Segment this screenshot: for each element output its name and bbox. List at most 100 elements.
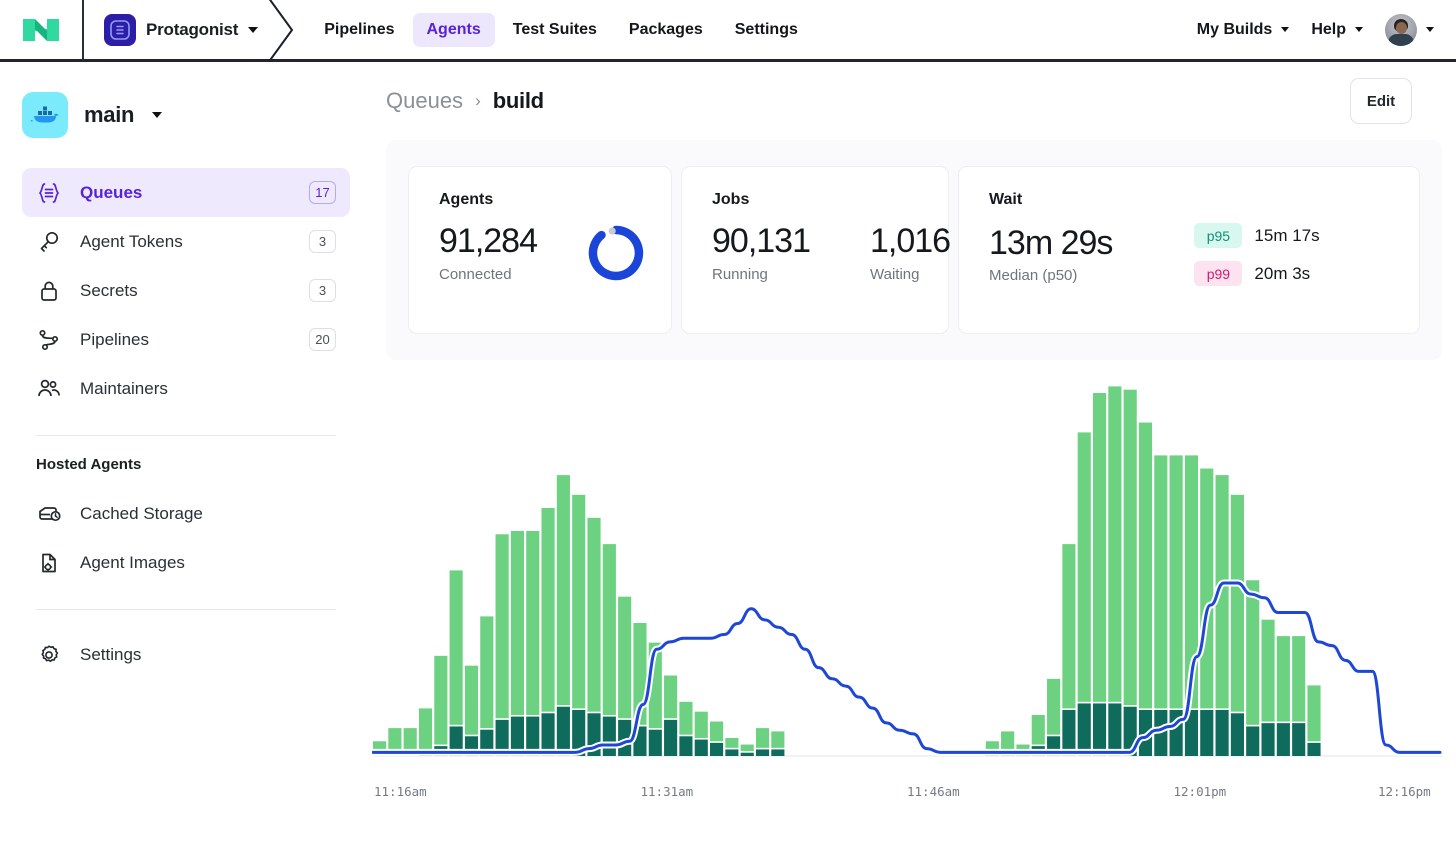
wait-median-label: Median (p50) xyxy=(989,267,1078,285)
nav-tab-packages[interactable]: Packages xyxy=(615,13,717,47)
chevron-down-icon xyxy=(1355,27,1363,32)
status-badge: 17 xyxy=(309,181,336,204)
main-nav-tabs: Pipelines Agents Test Suites Packages Se… xyxy=(310,12,812,47)
chart-x-axis: 11:16am 11:31am 11:46am 12:01pm 12:16pm xyxy=(372,778,1456,802)
cached-storage-icon xyxy=(36,501,62,527)
sidebar-item-label: Agent Images xyxy=(80,552,185,572)
sidebar-item-settings[interactable]: Settings xyxy=(22,630,350,679)
chevron-down-icon xyxy=(1426,27,1434,32)
sidebar-divider-2 xyxy=(36,609,336,610)
my-builds-menu[interactable]: My Builds xyxy=(1197,21,1290,39)
jobs-waiting-label: Waiting xyxy=(870,265,920,283)
nav-tab-test-suites[interactable]: Test Suites xyxy=(499,13,611,47)
jobs-running-label: Running xyxy=(712,265,768,283)
x-axis-tick-label: 11:46am xyxy=(907,784,960,799)
gear-icon xyxy=(36,642,62,668)
queues-icon xyxy=(36,180,62,206)
agents-connected-label: Connected xyxy=(439,265,512,283)
x-axis-tick-label: 11:31am xyxy=(640,784,694,799)
help-menu[interactable]: Help xyxy=(1311,21,1363,39)
sidebar-nav-list: Queues 17 Agent Tokens 3 Secrets 3 Pipel… xyxy=(22,168,350,679)
sidebar-item-label: Queues xyxy=(80,182,143,202)
agent-images-icon xyxy=(36,550,62,576)
jobs-waiting-metric: 1,016 Waiting xyxy=(870,222,951,283)
loading-spinner-icon xyxy=(587,224,645,282)
nav-tab-settings[interactable]: Settings xyxy=(721,13,812,47)
top-navigation-bar: Protagonist Pipelines Agents Test Suites… xyxy=(0,0,1456,62)
sidebar-item-label: Agent Tokens xyxy=(80,231,183,251)
app-logo[interactable] xyxy=(0,0,82,61)
status-badge: 20 xyxy=(309,328,336,351)
org-name: Protagonist xyxy=(146,19,239,39)
key-icon xyxy=(36,229,62,255)
lock-icon xyxy=(36,278,62,304)
org-logo-icon xyxy=(104,13,136,46)
wait-p99-row: p99 20m 3s xyxy=(1194,261,1319,286)
chevron-down-icon xyxy=(152,112,163,118)
agents-card-title: Agents xyxy=(439,191,494,208)
main-content: Queues › build Edit Agents 91,284 Connec… xyxy=(372,62,1456,848)
workspace-name: main xyxy=(84,102,135,127)
p95-badge: p95 xyxy=(1194,223,1243,248)
wait-card-title: Wait xyxy=(989,191,1023,208)
sidebar-item-queues[interactable]: Queues 17 xyxy=(22,168,350,217)
x-axis-tick-label: 12:16pm xyxy=(1378,784,1431,799)
wait-median-metric: 13m 29s Median (p50) xyxy=(989,223,1113,285)
sidebar-item-secrets[interactable]: Secrets 3 xyxy=(22,266,350,315)
jobs-card-title: Jobs xyxy=(712,191,750,208)
p95-value: 15m 17s xyxy=(1254,225,1320,245)
sidebar-section-label: Hosted Agents xyxy=(36,456,142,473)
sidebar-item-label: Secrets xyxy=(80,280,138,300)
docker-whale-icon xyxy=(22,92,68,138)
p99-value: 20m 3s xyxy=(1254,263,1311,283)
breadcrumb: Queues › build Edit xyxy=(372,62,1456,140)
chevron-down-icon xyxy=(248,26,259,33)
sidebar-divider xyxy=(36,435,336,436)
organization-switcher[interactable]: Protagonist xyxy=(82,0,302,61)
wait-card: Wait 13m 29s Median (p50) p95 15m 17s p9… xyxy=(958,166,1420,334)
breadcrumb-chevron-divider xyxy=(262,0,302,61)
jobs-card: Jobs 90,131 Running 1,016 Waiting xyxy=(681,166,951,334)
wait-percentiles: p95 15m 17s p99 20m 3s xyxy=(1194,223,1320,286)
sidebar-item-pipelines[interactable]: Pipelines 20 xyxy=(22,315,350,364)
breadcrumb-separator-icon: › xyxy=(475,91,481,110)
nav-tab-pipelines[interactable]: Pipelines xyxy=(310,13,408,47)
nav-tab-agents[interactable]: Agents xyxy=(412,12,495,47)
wait-p95-row: p95 15m 17s xyxy=(1194,223,1320,248)
people-icon xyxy=(36,376,62,402)
sidebar-item-maintainers[interactable]: Maintainers xyxy=(22,364,350,413)
status-badge: 3 xyxy=(309,230,336,253)
p99-badge: p99 xyxy=(1194,261,1243,286)
my-builds-label: My Builds xyxy=(1196,20,1273,38)
sidebar-item-label: Maintainers xyxy=(80,378,168,398)
sidebar-item-agent-images[interactable]: Agent Images xyxy=(22,538,350,587)
breadcrumb-parent[interactable]: Queues xyxy=(386,88,463,114)
jobs-running-value: 90,131 xyxy=(712,222,811,260)
avatar xyxy=(1385,13,1417,46)
queue-activity-chart[interactable]: 11:16am 11:31am 11:46am 12:01pm 12:16pm xyxy=(372,378,1456,808)
help-label: Help xyxy=(1311,20,1346,38)
sidebar-item-cached-storage[interactable]: Cached Storage xyxy=(22,489,350,538)
pipeline-icon xyxy=(36,327,62,353)
jobs-waiting-value: 1,016 xyxy=(870,222,951,260)
sidebar-item-label: Cached Storage xyxy=(80,503,203,523)
workspace-switcher[interactable]: main xyxy=(22,92,350,138)
sidebar: main Queues 17 Agent Tokens 3 Secrets 3 … xyxy=(0,62,372,848)
nav-right-group: My Builds Help xyxy=(1197,13,1456,46)
stats-panel: Agents 91,284 Connected Jobs 90,131 Runn… xyxy=(386,140,1442,360)
user-menu[interactable] xyxy=(1385,13,1434,46)
x-axis-tick-label: 11:16am xyxy=(374,784,427,799)
x-axis-tick-label: 12:01pm xyxy=(1173,784,1227,799)
buildkite-logo-icon xyxy=(23,18,59,41)
edit-button[interactable]: Edit xyxy=(1350,78,1412,124)
page-title: build xyxy=(492,88,544,113)
status-badge: 3 xyxy=(309,279,336,302)
chevron-down-icon xyxy=(1281,27,1290,32)
sidebar-item-label: Pipelines xyxy=(80,329,149,349)
agents-connected-value: 91,284 xyxy=(439,222,538,260)
sidebar-item-agent-tokens[interactable]: Agent Tokens 3 xyxy=(22,217,350,266)
chart-canvas xyxy=(372,386,1444,757)
sidebar-item-label: Settings xyxy=(80,644,142,664)
jobs-running-metric: 90,131 Running xyxy=(712,222,811,283)
wait-median-value: 13m 29s xyxy=(989,223,1113,262)
